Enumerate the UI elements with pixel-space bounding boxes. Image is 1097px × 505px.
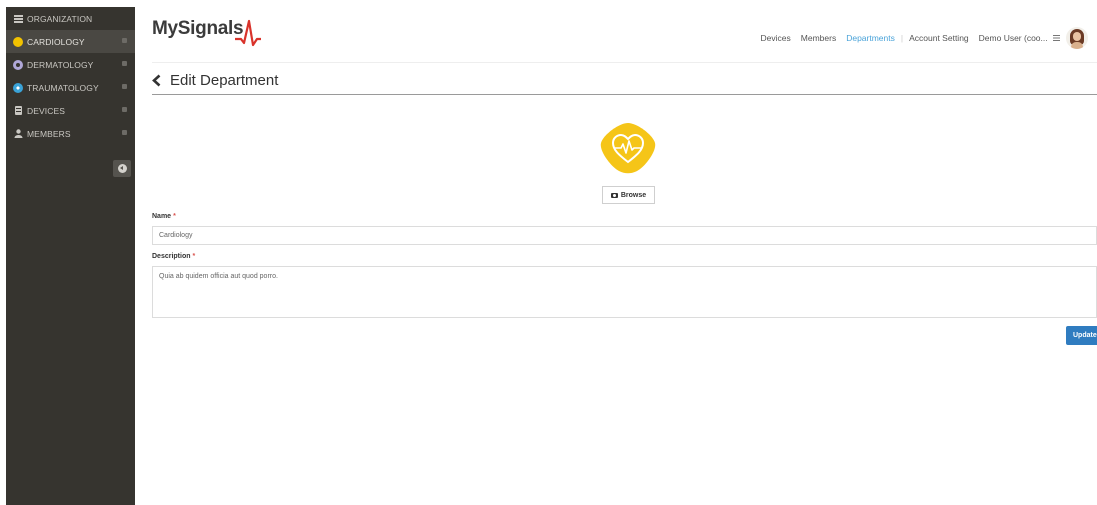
list-icon (13, 14, 23, 24)
title-divider (152, 94, 1097, 95)
page-title-text: Edit Department (170, 72, 279, 89)
sidebar-item-dermatology[interactable]: DERMATOLOGY (6, 53, 135, 76)
nav-devices[interactable]: Devices (761, 33, 791, 43)
chevron-left-icon (117, 164, 127, 173)
sidebar-item-label: CARDIOLOGY (27, 36, 85, 47)
browse-button[interactable]: Browse (602, 186, 655, 204)
options-icon[interactable] (122, 38, 127, 43)
sidebar-item-organization[interactable]: ORGANIZATION (6, 7, 135, 30)
camera-icon (610, 192, 618, 198)
required-mark: * (192, 253, 196, 260)
sidebar-item-label: TRAUMATOLOGY (27, 82, 99, 93)
sidebar-item-label: DEVICES (27, 105, 66, 116)
description-label: Description * (152, 253, 196, 260)
options-icon[interactable] (122, 84, 127, 89)
nav-separator: | (900, 33, 904, 43)
options-icon[interactable] (122, 130, 127, 135)
update-label: Update (1073, 332, 1097, 339)
heart-pulse-icon (600, 123, 656, 174)
name-label: Name * (152, 213, 176, 220)
sidebar-item-label: MEMBERS (27, 128, 71, 139)
sidebar-item-devices[interactable]: DEVICES (6, 99, 135, 122)
user-menu[interactable]: Demo User (coo... (979, 33, 1060, 43)
user-name: Demo User (coo... (978, 33, 1048, 43)
chevron-left-icon[interactable] (152, 74, 164, 88)
collapse-sidebar-button[interactable] (113, 160, 131, 177)
avatar[interactable] (1066, 27, 1088, 49)
page-title: Edit Department (152, 72, 278, 89)
traumatology-icon (13, 82, 23, 93)
nav-departments[interactable]: Departments (846, 33, 895, 43)
options-icon[interactable] (122, 61, 127, 66)
user-icon (13, 129, 23, 139)
name-value: Cardiology (159, 232, 193, 239)
header-divider (152, 62, 1097, 63)
options-icon[interactable] (122, 107, 127, 112)
sidebar-item-label: ORGANIZATION (27, 13, 93, 24)
description-value: Quia ab quidem officia aut quod porro. (159, 273, 278, 280)
app-logo[interactable]: MySignals (152, 18, 244, 40)
yellow-dot-icon (13, 36, 23, 47)
sidebar: ORGANIZATION CARDIOLOGY DERMATOLOGY TRAU… (6, 7, 135, 505)
menu-icon (1053, 35, 1060, 41)
device-icon (13, 106, 23, 116)
sidebar-item-cardiology[interactable]: CARDIOLOGY (6, 30, 135, 53)
required-mark: * (173, 213, 176, 220)
update-button[interactable]: Update (1066, 326, 1097, 345)
nav-members[interactable]: Members (801, 33, 836, 43)
name-field[interactable]: Cardiology (152, 226, 1097, 245)
sidebar-item-members[interactable]: MEMBERS (6, 122, 135, 145)
description-field[interactable]: Quia ab quidem officia aut quod porro. (152, 266, 1097, 318)
nav-account-setting[interactable]: Account Setting (909, 33, 969, 43)
sidebar-item-traumatology[interactable]: TRAUMATOLOGY (6, 76, 135, 99)
sidebar-item-label: DERMATOLOGY (27, 59, 94, 70)
pulse-logo-icon (235, 19, 261, 47)
top-navigation: Devices Members Departments | Account Se… (761, 27, 1097, 49)
dermatology-icon (13, 59, 23, 70)
browse-label: Browse (620, 191, 647, 199)
